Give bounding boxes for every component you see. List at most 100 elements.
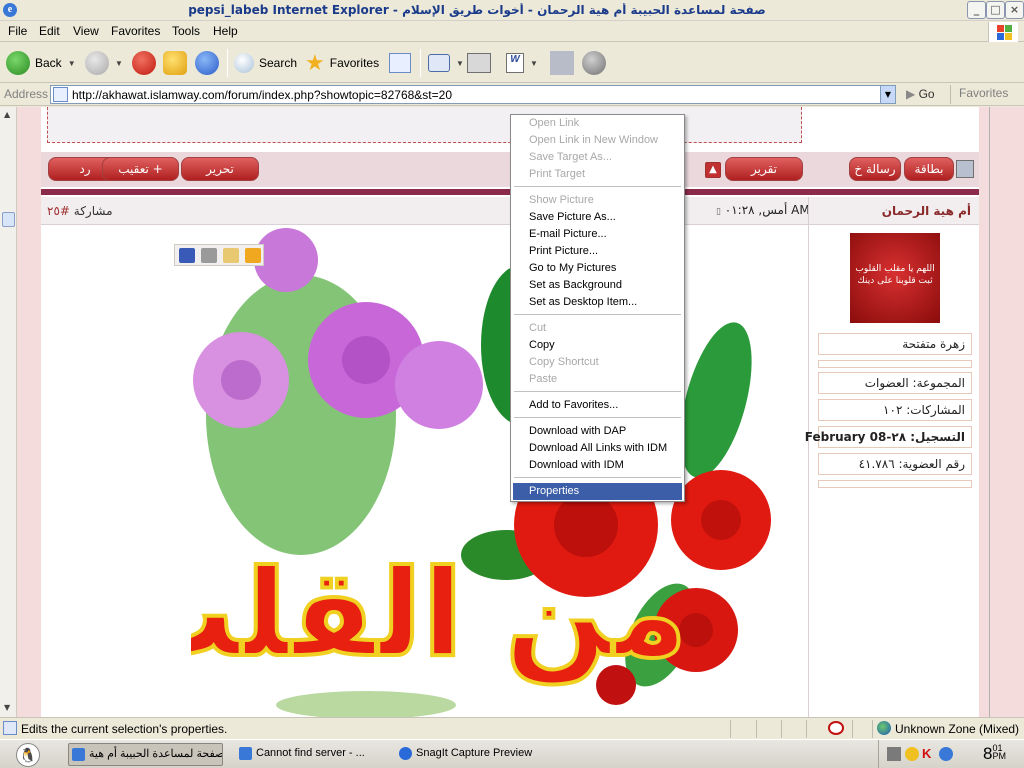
menu-favorites[interactable]: Favorites [111,24,160,38]
close-button[interactable]: × [1005,1,1024,19]
favorites-button[interactable]: ★ Favorites [305,50,379,76]
clock[interactable]: 801 PM [983,744,1006,764]
edit-dropdown-icon[interactable]: ▼ [530,59,538,68]
menu-properties[interactable]: Properties [513,483,682,500]
messenger-button[interactable] [582,50,606,76]
scroll-down-icon[interactable]: ▼ [4,703,10,712]
maximize-button[interactable]: □ [986,1,1005,19]
context-menu: Open Link Open Link in New Window Save T… [510,114,685,502]
menu-save-picture-as[interactable]: Save Picture As... [513,209,682,226]
edit-post-button[interactable]: تحرير [181,157,259,181]
page-right-border [979,107,1024,717]
security-zone[interactable]: Unknown Zone (Mixed) [895,722,1019,736]
network-icon[interactable] [887,747,901,761]
menu-download-with-dap[interactable]: Download with DAP [513,423,682,440]
page-left-border [17,107,41,717]
address-input[interactable]: http://akhawat.islamway.com/forum/index.… [50,85,896,104]
discuss-button[interactable] [550,50,574,76]
menu-file[interactable]: File [8,24,27,38]
post-number[interactable]: مشاركة #٢٥ [47,204,113,218]
menu-download-with-idm[interactable]: Download with IDM [513,457,682,474]
report-button[interactable]: تقرير [725,157,803,181]
post-number-label: مشاركة [73,204,113,218]
mail-button[interactable]: ▼ [428,50,464,76]
back-dropdown-icon[interactable]: ▼ [68,59,76,68]
star-icon: ★ [305,50,325,75]
quote-button[interactable]: تعقيب + [102,157,179,181]
menu-save-target-as: Save Target As... [529,151,612,163]
forward-dropdown-icon[interactable]: ▼ [115,59,123,68]
previous-post-signature [47,107,802,143]
smiley-icon[interactable] [905,747,919,761]
user-joined: التسجيل: ٢٨-February 08 [805,426,972,448]
forward-button[interactable]: ▼ [85,50,123,76]
menu-edit[interactable]: Edit [39,24,60,38]
taskbar-item-snagit-label: SnagIt Capture Preview [416,747,533,759]
back-arrow-icon [6,51,30,75]
report-arrow-icon[interactable]: ▲ [705,162,721,178]
menu-set-as-background[interactable]: Set as Background [513,277,682,294]
popup-blocked-icon[interactable] [828,721,844,735]
links-label[interactable]: Favorites [950,85,1008,104]
menu-copy-shortcut: Copy Shortcut [529,356,599,368]
card-button[interactable]: بطاقة [904,157,954,181]
back-button[interactable]: Back ▼ [6,50,76,76]
roses-image-caption: من القلب [191,545,687,684]
start-penguin-icon[interactable]: 🐧 [16,743,40,767]
menu-download-all-links-idm[interactable]: Download All Links with IDM [513,440,682,457]
taskbar: 🐧 صفحة لمساعدة الحبيبة أم هية... Cannot … [0,739,1024,768]
address-dropdown-icon[interactable]: ▼ [880,86,895,103]
go-button[interactable]: ▶ Go [906,87,935,101]
menu-email-picture[interactable]: E-mail Picture... [513,226,682,243]
menu-print-picture[interactable]: Print Picture... [513,243,682,260]
mail-dropdown-icon[interactable]: ▼ [456,59,464,68]
menu-cut: Cut [529,322,547,334]
refresh-button[interactable] [163,50,187,76]
roses-image[interactable]: من القلب [191,225,811,717]
scroll-thumb[interactable] [2,212,15,227]
print-icon [467,53,491,73]
menu-view[interactable]: View [73,24,99,38]
taskbar-item-cannot-find-server-label: Cannot find server - ... [256,747,365,759]
menu-copy[interactable]: Copy [513,337,682,354]
scroll-up-icon[interactable]: ▲ [4,110,10,119]
menu-help[interactable]: Help [213,24,238,38]
windows-flag-icon [988,22,1018,42]
search-button[interactable]: Search [234,50,297,76]
stop-button[interactable] [132,50,156,76]
menu-tools[interactable]: Tools [172,24,200,38]
antivirus-icon[interactable]: K [922,746,931,761]
user-title: زهرة متفتحة [818,333,972,355]
author-info-panel: اللهم يا مقلب القلوب ثبت قلوبنا على دينك… [805,197,979,717]
post-number-value: #٢٥ [47,204,70,218]
menu-set-as-desktop-item[interactable]: Set as Desktop Item... [513,294,682,311]
favorites-label: Favorites [329,56,380,70]
post-icon: ▯ [716,207,721,217]
clock-hour: 8 [983,744,993,763]
menu-add-to-favorites[interactable]: Add to Favorites... [513,397,682,414]
minimize-button[interactable]: _ [967,1,986,19]
history-icon [389,53,411,73]
history-button[interactable] [389,50,411,76]
save-icon[interactable] [179,248,195,263]
private-message-button[interactable]: رسالة خ [849,157,901,181]
menu-go-to-my-pictures[interactable]: Go to My Pictures [513,260,682,277]
taskbar-item-forum[interactable]: صفحة لمساعدة الحبيبة أم هية... [68,743,223,766]
taskbar-item-snagit[interactable]: SnagIt Capture Preview [396,743,556,766]
messenger-tray-icon[interactable] [939,747,953,761]
standard-toolbar: Back ▼ ▼ Search ★ Favorites ▼ W ▼ [0,43,1024,83]
email-image-icon[interactable] [223,248,239,263]
taskbar-item-cannot-find-server[interactable]: Cannot find server - ... [236,743,386,766]
edit-button[interactable]: W ▼ [506,50,538,76]
vertical-scrollbar[interactable]: ▲ ▼ [0,107,17,717]
home-icon [195,51,219,75]
post-time: ▯ أمس, ٠١:٢٨ AM [716,203,810,217]
avatar: اللهم يا مقلب القلوب ثبت قلوبنا على دينك [850,233,940,323]
back-label: Back [35,56,62,70]
print-button[interactable] [467,50,491,76]
print-image-icon[interactable] [201,248,217,263]
computer-icon [956,160,974,178]
my-pictures-icon[interactable] [245,248,261,263]
home-button[interactable] [195,50,219,76]
clock-ampm: PM [992,751,1006,761]
